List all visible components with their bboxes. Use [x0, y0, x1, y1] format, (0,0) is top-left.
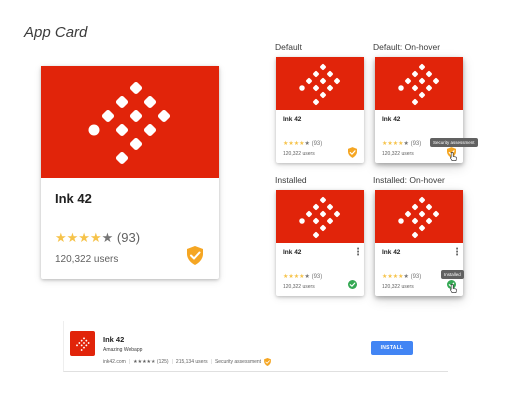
installed-check-icon[interactable]: [348, 280, 357, 289]
app-rating: ★★★★★ (93): [55, 230, 140, 246]
app-card-default[interactable]: Ink 42 ★★★★★ (93) 120,322 users: [276, 57, 364, 163]
ink-logo-icon: [75, 336, 90, 351]
variant-label-default: Default: [275, 42, 302, 52]
app-card-installed[interactable]: Ink 42 ⋮ ★★★★★ (93) 120,322 users: [276, 190, 364, 296]
listing-subtitle: Amazing Webapp: [103, 347, 143, 353]
listing-rating: ★★★★★ (125): [133, 359, 169, 365]
pointer-cursor-icon: [450, 152, 457, 161]
user-count: 120,322 users: [382, 151, 414, 157]
app-title: Ink 42: [283, 249, 302, 256]
listing-users: 215,134 users: [175, 359, 208, 365]
app-listing-row: Ink 42 Amazing Webapp ink42.com | ★★★★★ …: [63, 321, 448, 372]
star-empty-icon: ★: [304, 141, 310, 147]
ink-logo-icon: [299, 62, 341, 106]
variant-label-installed: Installed: [275, 175, 307, 185]
separator: |: [128, 359, 131, 365]
star-empty-icon: ★: [403, 274, 409, 280]
user-count: 120,322 users: [283, 151, 315, 157]
app-hero-image: [276, 190, 364, 243]
star-icon: ★★★★: [382, 274, 404, 280]
app-card-large[interactable]: Ink 42 ★★★★★ (93) 120,322 users: [41, 66, 219, 279]
install-button[interactable]: INSTALL: [371, 341, 413, 355]
ink-logo-icon: [398, 62, 440, 106]
star-icon: ★★★★: [283, 141, 305, 147]
app-rating: ★★★★★ (93): [283, 140, 322, 147]
rating-count: (93): [410, 274, 422, 280]
star-icon: ★★★★: [382, 141, 404, 147]
app-hero-image: [276, 57, 364, 110]
star-icon: ★★★★: [133, 359, 152, 365]
app-title: Ink 42: [55, 191, 92, 206]
app-hero-image: [375, 57, 463, 110]
security-shield-icon[interactable]: [264, 358, 272, 366]
user-count: 120,322 users: [283, 284, 315, 290]
listing-domain[interactable]: ink42.com: [103, 359, 126, 365]
app-hero-image: [375, 190, 463, 243]
app-card-default-hover[interactable]: Ink 42 ★★★★★ (93) 120,322 users Security…: [375, 57, 478, 163]
security-shield-icon[interactable]: [187, 246, 203, 265]
app-title: Ink 42: [382, 116, 401, 123]
installed-tooltip: Installed: [441, 270, 464, 279]
rating-count: (93): [410, 141, 422, 147]
user-count: 120,322 users: [382, 284, 414, 290]
star-empty-icon: ★: [101, 230, 114, 245]
listing-security-label: Security assessment: [214, 359, 262, 365]
rating-count: (93): [311, 274, 323, 280]
app-title: Ink 42: [283, 116, 302, 123]
rating-count: (93): [116, 230, 141, 245]
variant-label-default-hover: Default: On-hover: [373, 42, 441, 52]
user-count: 120,322 users: [55, 254, 119, 265]
ink-logo-icon: [88, 80, 172, 166]
variant-label-installed-hover: Installed: On-hover: [373, 175, 445, 185]
app-rating: ★★★★★ (93): [382, 273, 421, 280]
page-title: App Card: [24, 24, 88, 41]
listing-title[interactable]: Ink 42: [103, 335, 124, 344]
ink-logo-icon: [299, 195, 341, 239]
separator: |: [171, 359, 173, 365]
app-card-installed-hover[interactable]: Ink 42 ⋮ ★★★★★ (93) 120,322 users Instal…: [375, 190, 464, 296]
app-rating: ★★★★★ (93): [283, 273, 322, 280]
security-tooltip: Security assessment: [430, 138, 478, 147]
more-vert-icon[interactable]: ⋮: [452, 248, 462, 258]
ink-logo-icon: [398, 195, 440, 239]
star-empty-icon: ★: [151, 359, 156, 365]
security-shield-icon[interactable]: [348, 147, 357, 158]
pointer-cursor-icon: [450, 284, 457, 293]
app-listing-icon[interactable]: [70, 331, 95, 356]
app-hero-image: [41, 66, 219, 178]
listing-rating-count: (125): [156, 359, 169, 365]
star-empty-icon: ★: [304, 274, 310, 280]
listing-meta: ink42.com | ★★★★★ (125) | 215,134 users …: [103, 358, 272, 366]
star-icon: ★★★★: [55, 230, 102, 245]
more-vert-icon[interactable]: ⋮: [353, 248, 363, 258]
star-empty-icon: ★: [403, 141, 409, 147]
app-rating: ★★★★★ (93): [382, 140, 421, 147]
separator: |: [210, 359, 212, 365]
star-icon: ★★★★: [283, 274, 305, 280]
rating-count: (93): [311, 141, 323, 147]
app-title: Ink 42: [382, 249, 401, 256]
